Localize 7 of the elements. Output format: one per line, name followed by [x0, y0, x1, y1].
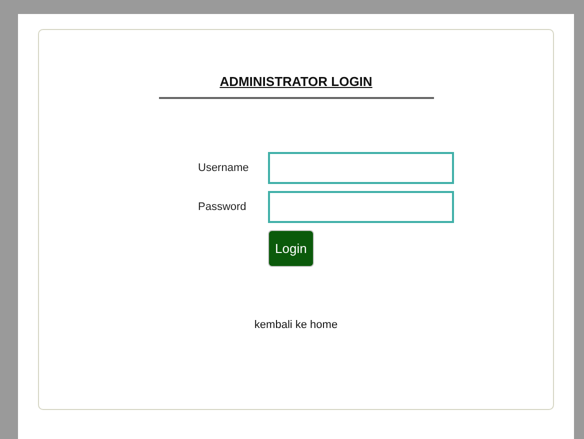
page-title: ADMINISTRATOR LOGIN: [220, 74, 372, 89]
login-button[interactable]: Login: [268, 230, 314, 267]
input-field[interactable]: [268, 152, 454, 184]
field-label: Password: [198, 201, 248, 213]
field-label: Username: [198, 162, 250, 174]
input-field[interactable]: [268, 191, 454, 223]
home-link[interactable]: kembali ke home: [254, 319, 338, 331]
